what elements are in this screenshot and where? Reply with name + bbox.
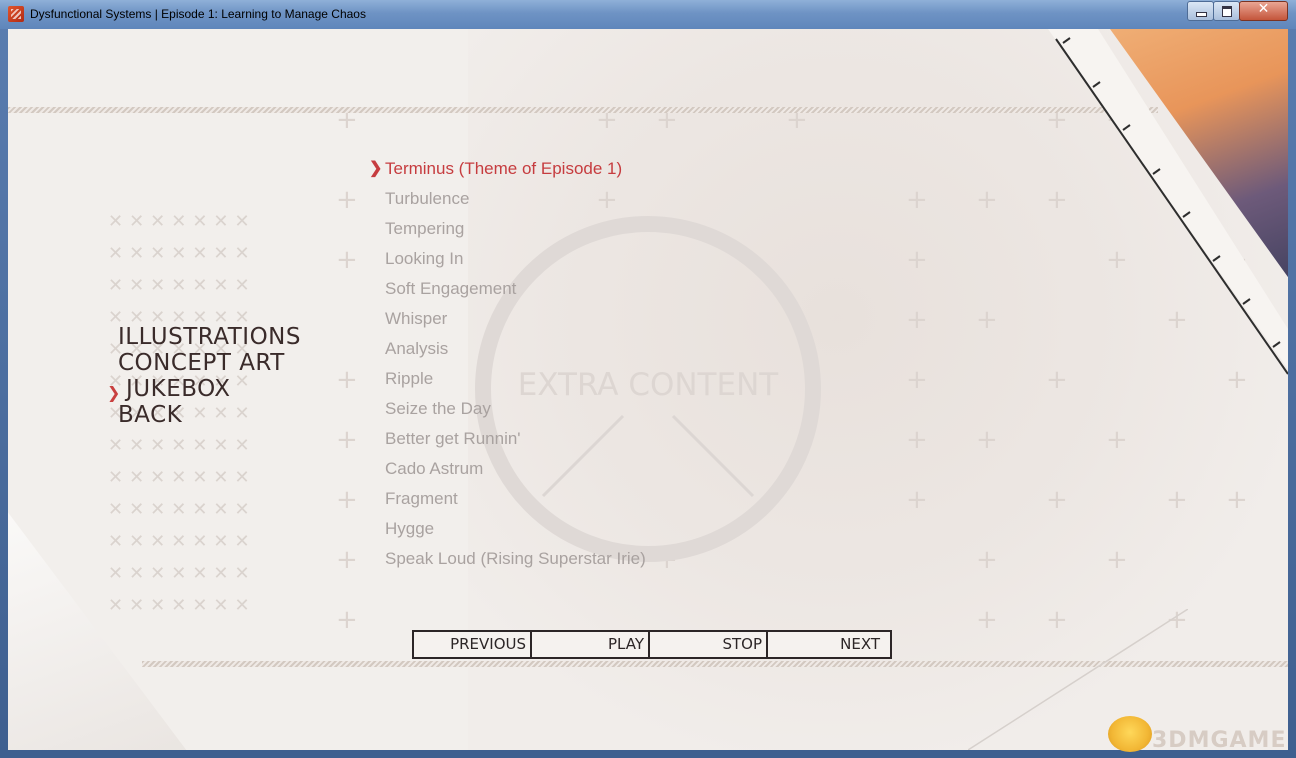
close-button[interactable]: ✕	[1239, 1, 1288, 21]
track-item[interactable]: Speak Loud (Rising Superstar Irie)	[385, 544, 646, 574]
track-label: Ripple	[385, 369, 434, 388]
top-divider-stripe	[8, 107, 1158, 113]
chevron-right-icon: ❯	[369, 160, 383, 177]
track-item[interactable]: Whisper	[385, 304, 646, 334]
app-icon	[8, 6, 24, 22]
track-label: Soft Engagement	[385, 279, 517, 298]
previous-button[interactable]: PREVIOUS	[412, 630, 538, 659]
watermark-logo-icon	[1108, 716, 1152, 752]
game-canvas: + + + + + + + + + + + + + + + + + + + + …	[8, 29, 1288, 750]
play-label: PLAY	[607, 635, 644, 653]
watermark-text: 3DMGAME	[1152, 728, 1287, 753]
minimize-button[interactable]	[1187, 1, 1214, 21]
next-button[interactable]: NEXT	[766, 630, 892, 659]
maximize-button[interactable]	[1213, 1, 1240, 21]
track-label: Terminus (Theme of Episode 1)	[385, 159, 623, 178]
track-label: Tempering	[385, 219, 465, 238]
track-item[interactable]: Seize the Day	[385, 394, 646, 424]
track-item[interactable]: Hygge	[385, 514, 646, 544]
window-title: Dysfunctional Systems | Episode 1: Learn…	[30, 7, 366, 21]
track-label: Speak Loud (Rising Superstar Irie)	[385, 549, 646, 568]
menu-item-label: JUKEBOX	[126, 376, 231, 402]
track-label: Fragment	[385, 489, 458, 508]
track-item[interactable]: Cado Astrum	[385, 454, 646, 484]
track-item[interactable]: Looking In	[385, 244, 646, 274]
track-item[interactable]: Turbulence	[385, 184, 646, 214]
close-icon: ✕	[1257, 1, 1270, 17]
menu-item-label: BACK	[118, 402, 183, 428]
track-label: Hygge	[385, 519, 435, 538]
play-button[interactable]: PLAY	[530, 630, 656, 659]
track-item[interactable]: Fragment	[385, 484, 646, 514]
stop-button[interactable]: STOP	[648, 630, 774, 659]
track-label: Better get Runnin'	[385, 429, 521, 448]
track-label: Whisper	[385, 309, 448, 328]
app-window: Dysfunctional Systems | Episode 1: Learn…	[0, 0, 1296, 758]
extras-menu: ILLUSTRATIONS CONCEPT ART ❯ JUKEBOX BACK	[107, 324, 301, 428]
track-item[interactable]: Soft Engagement	[385, 274, 646, 304]
track-item[interactable]: Analysis	[385, 334, 646, 364]
track-label: Seize the Day	[385, 399, 491, 418]
menu-item-illustrations[interactable]: ILLUSTRATIONS	[118, 324, 301, 350]
track-item[interactable]: Better get Runnin'	[385, 424, 646, 454]
track-label: Turbulence	[385, 189, 470, 208]
menu-item-back[interactable]: BACK	[118, 402, 301, 428]
ruler-decoration	[1048, 29, 1288, 375]
stop-label: STOP	[722, 635, 762, 653]
track-label: Looking In	[385, 249, 464, 268]
previous-label: PREVIOUS	[450, 635, 526, 653]
menu-item-jukebox[interactable]: ❯ JUKEBOX	[107, 376, 301, 402]
title-bar[interactable]: Dysfunctional Systems | Episode 1: Learn…	[0, 0, 1296, 29]
menu-item-label: ILLUSTRATIONS	[118, 324, 301, 350]
track-label: Cado Astrum	[385, 459, 484, 478]
track-item[interactable]: Ripple	[385, 364, 646, 394]
track-item[interactable]: ❯ Terminus (Theme of Episode 1)	[369, 154, 646, 184]
menu-item-label: CONCEPT ART	[118, 350, 285, 376]
next-label: NEXT	[840, 635, 880, 653]
menu-item-concept-art[interactable]: CONCEPT ART	[118, 350, 301, 376]
track-list: ❯ Terminus (Theme of Episode 1) Turbulenc…	[369, 154, 646, 574]
track-label: Analysis	[385, 339, 449, 358]
track-item[interactable]: Tempering	[385, 214, 646, 244]
